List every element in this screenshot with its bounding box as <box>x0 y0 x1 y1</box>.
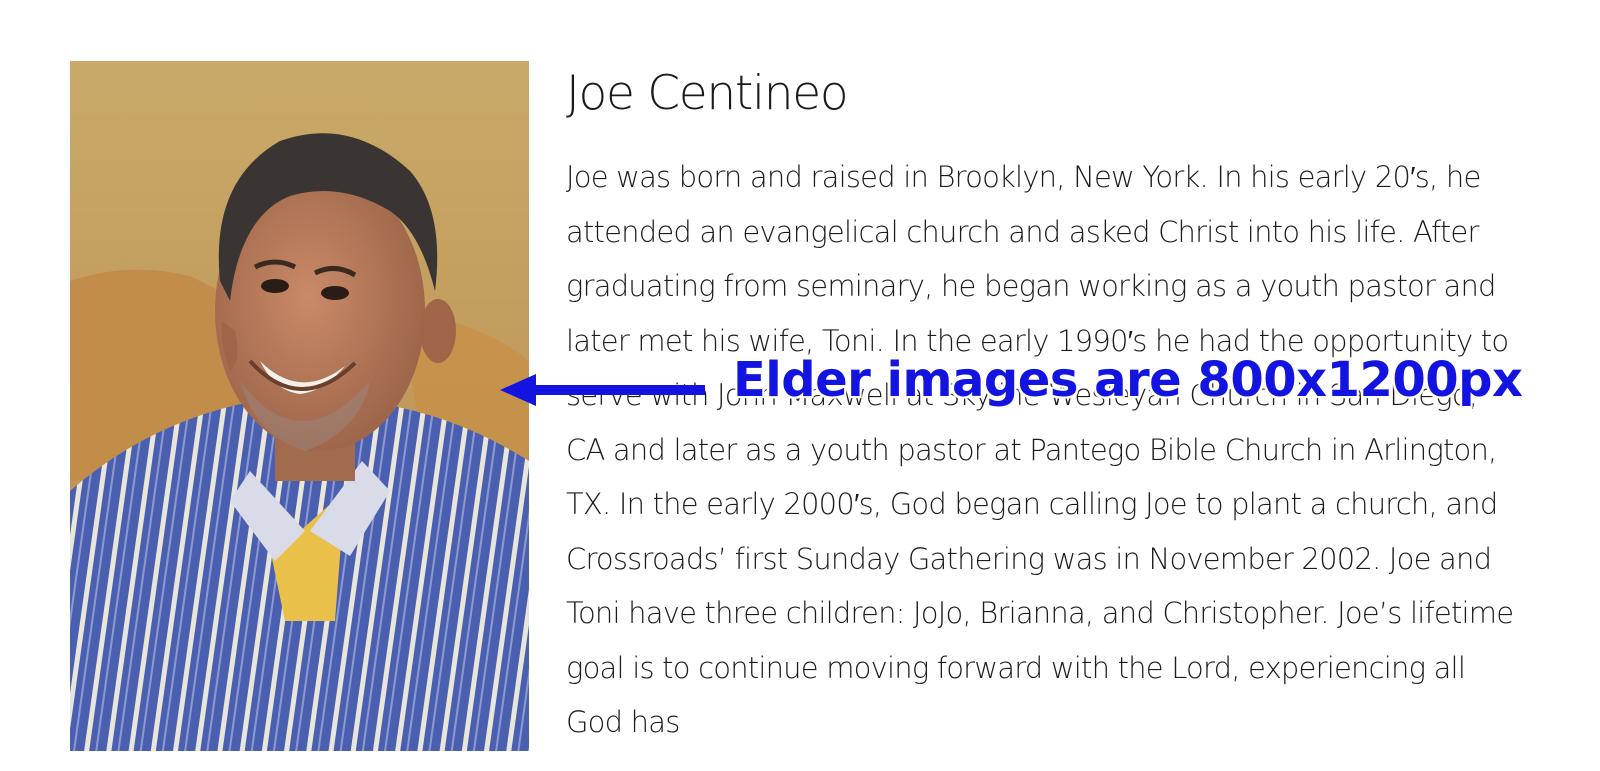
elder-bio-text: Joe was born and raised in Brooklyn, New… <box>566 160 1514 739</box>
elder-name: Joe Centineo <box>566 66 849 121</box>
annotation-label: Elder images are 800x1200px <box>733 352 1523 408</box>
elder-photo <box>70 61 529 751</box>
annotation-arrow-icon <box>500 374 705 406</box>
elder-photo-graphic <box>70 61 529 751</box>
